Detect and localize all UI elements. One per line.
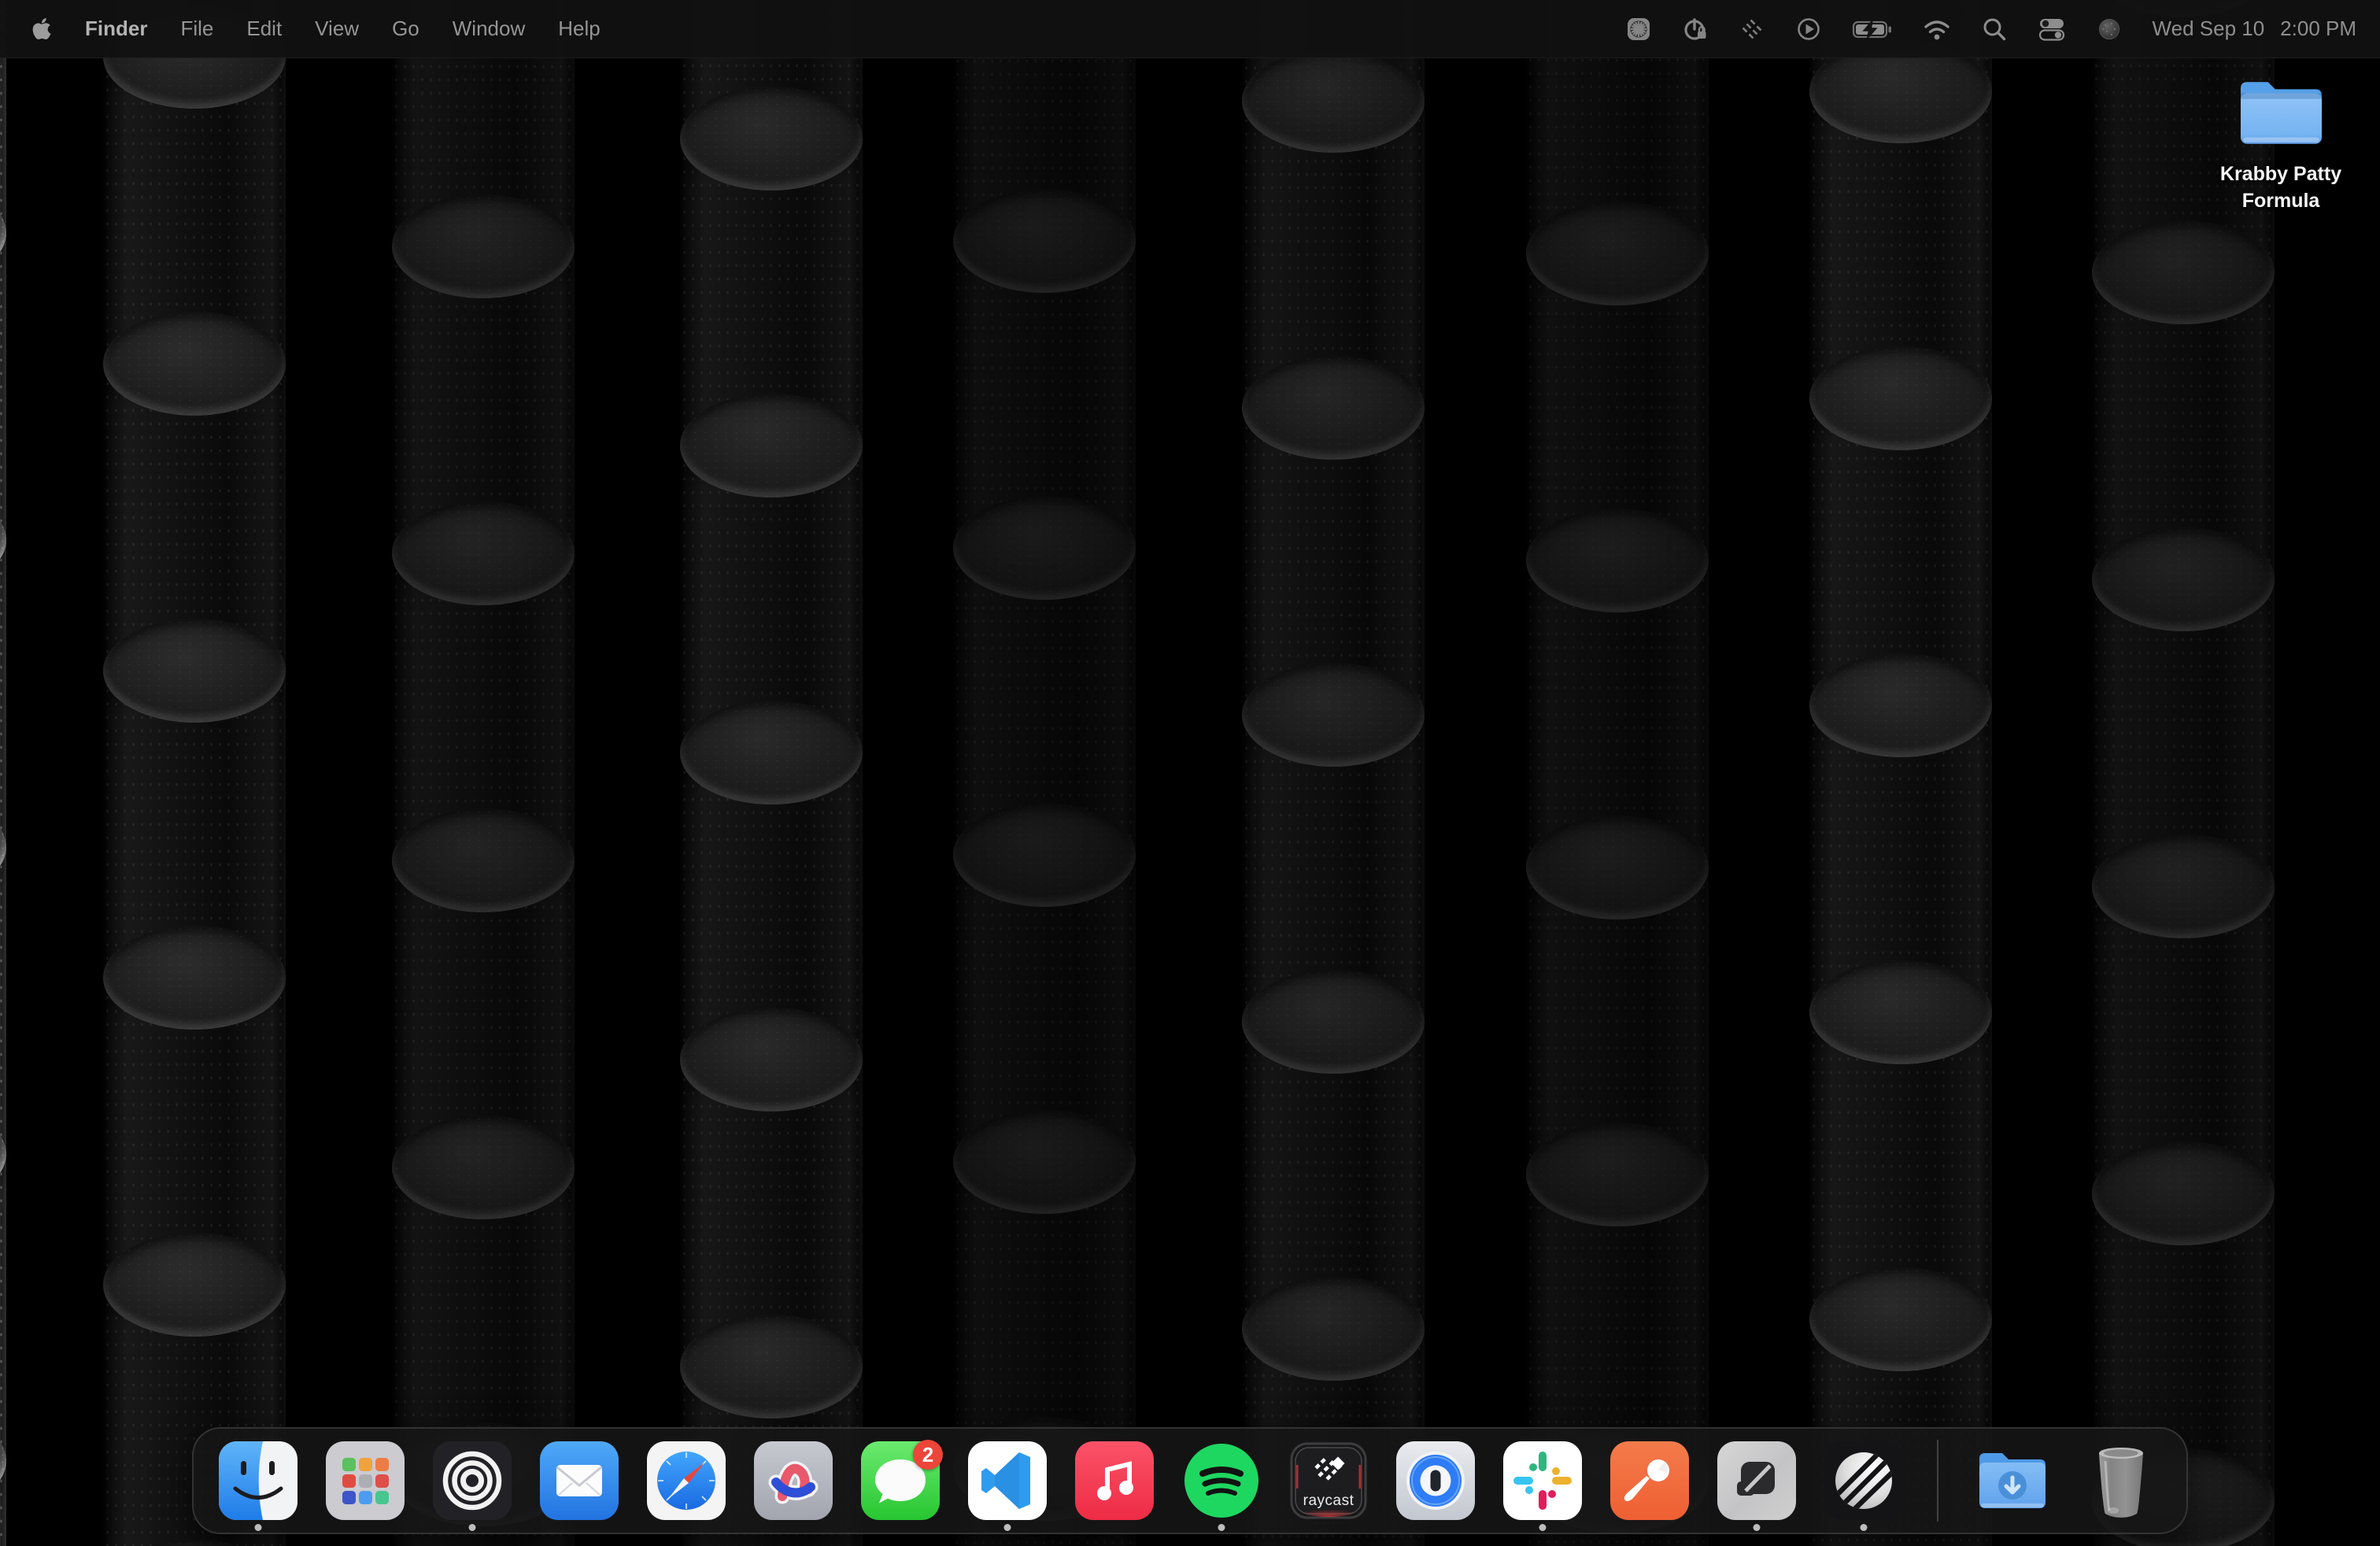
- running-indicator: [1539, 1524, 1547, 1531]
- slack-icon: [1503, 1441, 1582, 1520]
- mail-icon: [540, 1441, 619, 1520]
- raycast-label: raycast: [1289, 1492, 1368, 1510]
- dock-item-zed[interactable]: [1703, 1427, 1810, 1534]
- vscode-icon: [968, 1441, 1047, 1520]
- clock-date: Wed Sep 10: [2153, 17, 2265, 41]
- battery-charging-icon[interactable]: [1852, 16, 1893, 43]
- dock-item-music[interactable]: [1061, 1427, 1168, 1534]
- menu-edit[interactable]: Edit: [246, 17, 282, 41]
- arc-browser-icon: [754, 1441, 833, 1520]
- dock-item-postman[interactable]: [1596, 1427, 1703, 1534]
- desktop: Finder File Edit View Go Window Help: [0, 0, 2380, 1546]
- dock-item-arc[interactable]: [740, 1427, 847, 1534]
- folder-icon: [2232, 72, 2330, 153]
- spotlight-search-icon[interactable]: [1981, 16, 2008, 43]
- menu-file[interactable]: File: [180, 17, 213, 41]
- starburst-menu-icon[interactable]: [1625, 16, 1652, 43]
- dock: 2: [192, 1427, 2188, 1534]
- apple-music-icon: [1075, 1441, 1154, 1520]
- notification-badge: 2: [913, 1440, 943, 1470]
- wallpaper-cylinder-column: [953, 0, 1136, 1546]
- dock-divider: [1937, 1440, 1938, 1522]
- dock-item-messages[interactable]: 2: [847, 1427, 954, 1534]
- wallpaper-cylinder-column: [2092, 0, 2275, 1546]
- sphere-menu-icon[interactable]: [2096, 16, 2123, 43]
- concentric-rings-icon: [433, 1441, 512, 1520]
- wallpaper-cylinder-column: [1526, 0, 1709, 1546]
- wallpaper-cylinder-column: [0, 0, 6, 1546]
- spotify-icon: [1182, 1441, 1261, 1520]
- 1password-icon: [1396, 1441, 1475, 1520]
- running-indicator: [1754, 1524, 1761, 1531]
- dock-item-slack[interactable]: [1489, 1427, 1596, 1534]
- dock-item-rewind[interactable]: [419, 1427, 526, 1534]
- zed-icon: [1717, 1441, 1796, 1520]
- dock-item-spotify[interactable]: [1168, 1427, 1275, 1534]
- folder-label: Krabby Patty Formula: [2208, 161, 2354, 214]
- running-indicator: [1004, 1524, 1011, 1531]
- safari-icon: [647, 1441, 726, 1520]
- trash-icon: [2082, 1441, 2160, 1520]
- dock-item-raycast[interactable]: raycast: [1275, 1427, 1382, 1534]
- wallpaper-cylinder-column: [1809, 0, 1992, 1546]
- wallpaper: [0, 0, 2380, 1546]
- desktop-folder-krabby-patty-formula[interactable]: Krabby Patty Formula: [2186, 72, 2375, 214]
- now-playing-menu-icon[interactable]: [1795, 16, 1822, 43]
- dock-item-launchpad[interactable]: [312, 1427, 419, 1534]
- dock-item-mail[interactable]: [526, 1427, 633, 1534]
- menu-view[interactable]: View: [315, 17, 359, 41]
- menu-go[interactable]: Go: [392, 17, 419, 41]
- dock-item-linear[interactable]: [1810, 1427, 1917, 1534]
- dock-item-1password[interactable]: [1382, 1427, 1489, 1534]
- apple-menu-icon[interactable]: [31, 17, 52, 41]
- clock-time: 2:00 PM: [2280, 17, 2356, 41]
- finder-icon: [219, 1441, 298, 1520]
- control-center-icon[interactable]: [2038, 16, 2066, 43]
- power-lock-menu-icon[interactable]: [1682, 16, 1709, 43]
- dock-item-finder[interactable]: [205, 1427, 312, 1534]
- menu-window[interactable]: Window: [453, 17, 525, 41]
- menu-active-app[interactable]: Finder: [85, 17, 147, 41]
- wallpaper-cylinder-column: [1242, 0, 1425, 1546]
- dock-item-safari[interactable]: [633, 1427, 740, 1534]
- downloads-folder-icon: [1973, 1441, 2052, 1520]
- dock-item-vscode[interactable]: [954, 1427, 1061, 1534]
- running-indicator: [1218, 1524, 1225, 1531]
- wifi-icon[interactable]: [1923, 16, 1951, 43]
- dock-item-downloads[interactable]: [1958, 1427, 2067, 1534]
- wallpaper-cylinder-column: [680, 0, 863, 1546]
- wallpaper-cylinder-column: [392, 0, 575, 1546]
- postman-icon: [1610, 1441, 1689, 1520]
- wallpaper-cylinder-column: [103, 0, 286, 1546]
- dock-item-trash[interactable]: [2067, 1427, 2175, 1534]
- striped-sphere-icon: [1824, 1441, 1903, 1520]
- menu-clock[interactable]: Wed Sep 10 2:00 PM: [2153, 17, 2356, 41]
- menu-bar: Finder File Edit View Go Window Help: [0, 0, 2380, 58]
- launchpad-icon: [326, 1441, 405, 1520]
- menu-help[interactable]: Help: [558, 17, 600, 41]
- running-indicator: [255, 1524, 262, 1531]
- running-indicator: [1861, 1524, 1868, 1531]
- running-indicator: [469, 1524, 476, 1531]
- hatched-slash-menu-icon[interactable]: [1739, 16, 1765, 43]
